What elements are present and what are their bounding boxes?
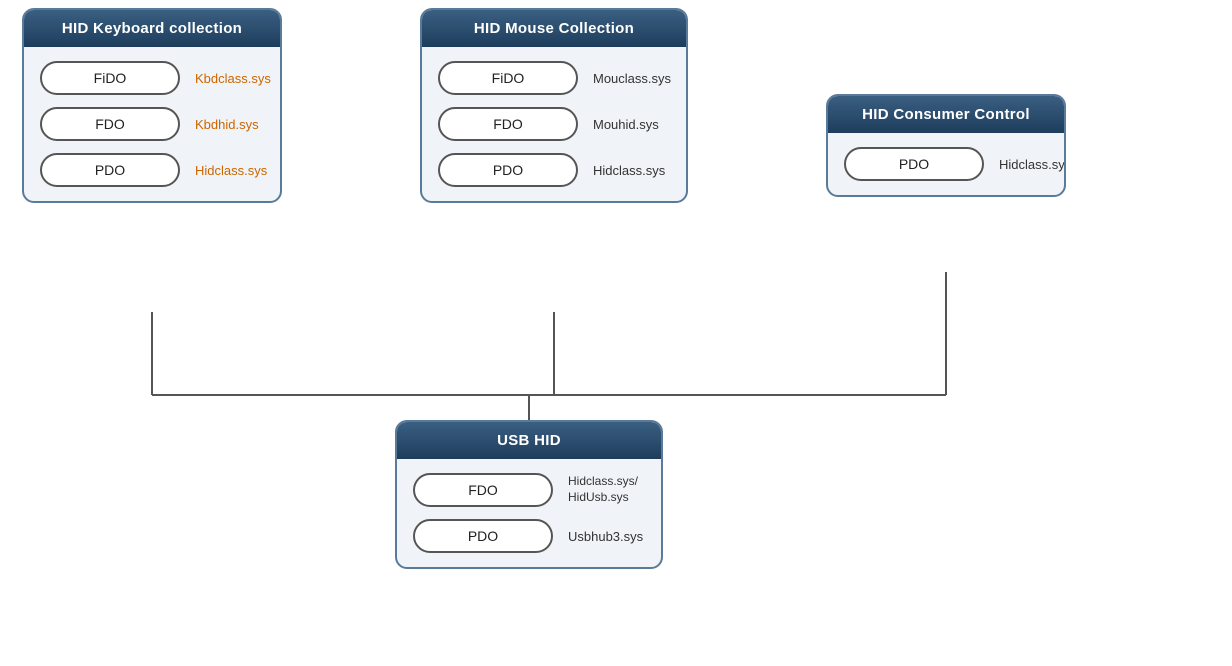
mouse-fido-label: Mouclass.sys (593, 71, 671, 86)
mouse-collection-body: FiDO Mouclass.sys FDO Mouhid.sys PDO Hid… (422, 47, 686, 201)
usb-hid-box: USB HID FDO Hidclass.sys/HidUsb.sys PDO … (395, 420, 663, 569)
usb-hid-header: USB HID (397, 422, 661, 459)
mouse-pdo-pill: PDO (438, 153, 578, 187)
keyboard-collection-header: HID Keyboard collection (24, 10, 280, 47)
keyboard-fdo-row: FDO Kbdhid.sys (40, 107, 264, 141)
usbhid-fdo-pill: FDO (413, 473, 553, 507)
keyboard-fido-pill: FiDO (40, 61, 180, 95)
mouse-fdo-row: FDO Mouhid.sys (438, 107, 670, 141)
keyboard-fdo-label: Kbdhid.sys (195, 117, 259, 132)
keyboard-pdo-pill: PDO (40, 153, 180, 187)
usbhid-pdo-row: PDO Usbhub3.sys (413, 519, 645, 553)
mouse-pdo-label: Hidclass.sys (593, 163, 665, 178)
mouse-fdo-pill: FDO (438, 107, 578, 141)
mouse-fdo-label: Mouhid.sys (593, 117, 659, 132)
consumer-control-body: PDO Hidclass.sys (828, 133, 1064, 195)
usbhid-pdo-label: Usbhub3.sys (568, 529, 643, 544)
keyboard-pdo-row: PDO Hidclass.sys (40, 153, 264, 187)
consumer-pdo-row: PDO Hidclass.sys (844, 147, 1048, 181)
mouse-collection-box: HID Mouse Collection FiDO Mouclass.sys F… (420, 8, 688, 203)
usbhid-fdo-label: Hidclass.sys/HidUsb.sys (568, 474, 638, 505)
mouse-fido-row: FiDO Mouclass.sys (438, 61, 670, 95)
keyboard-pdo-label: Hidclass.sys (195, 163, 267, 178)
usbhid-fdo-row: FDO Hidclass.sys/HidUsb.sys (413, 473, 645, 507)
keyboard-fido-label: Kbdclass.sys (195, 71, 271, 86)
keyboard-fdo-pill: FDO (40, 107, 180, 141)
keyboard-fido-row: FiDO Kbdclass.sys (40, 61, 264, 95)
mouse-collection-header: HID Mouse Collection (422, 10, 686, 47)
mouse-fido-pill: FiDO (438, 61, 578, 95)
consumer-control-header: HID Consumer Control (828, 96, 1064, 133)
consumer-control-box: HID Consumer Control PDO Hidclass.sys (826, 94, 1066, 197)
usbhid-pdo-pill: PDO (413, 519, 553, 553)
consumer-pdo-label: Hidclass.sys (999, 157, 1066, 172)
mouse-pdo-row: PDO Hidclass.sys (438, 153, 670, 187)
consumer-pdo-pill: PDO (844, 147, 984, 181)
keyboard-collection-box: HID Keyboard collection FiDO Kbdclass.sy… (22, 8, 282, 203)
usb-hid-body: FDO Hidclass.sys/HidUsb.sys PDO Usbhub3.… (397, 459, 661, 567)
keyboard-collection-body: FiDO Kbdclass.sys FDO Kbdhid.sys PDO Hid… (24, 47, 280, 201)
diagram-container: HID Keyboard collection FiDO Kbdclass.sy… (0, 0, 1232, 666)
